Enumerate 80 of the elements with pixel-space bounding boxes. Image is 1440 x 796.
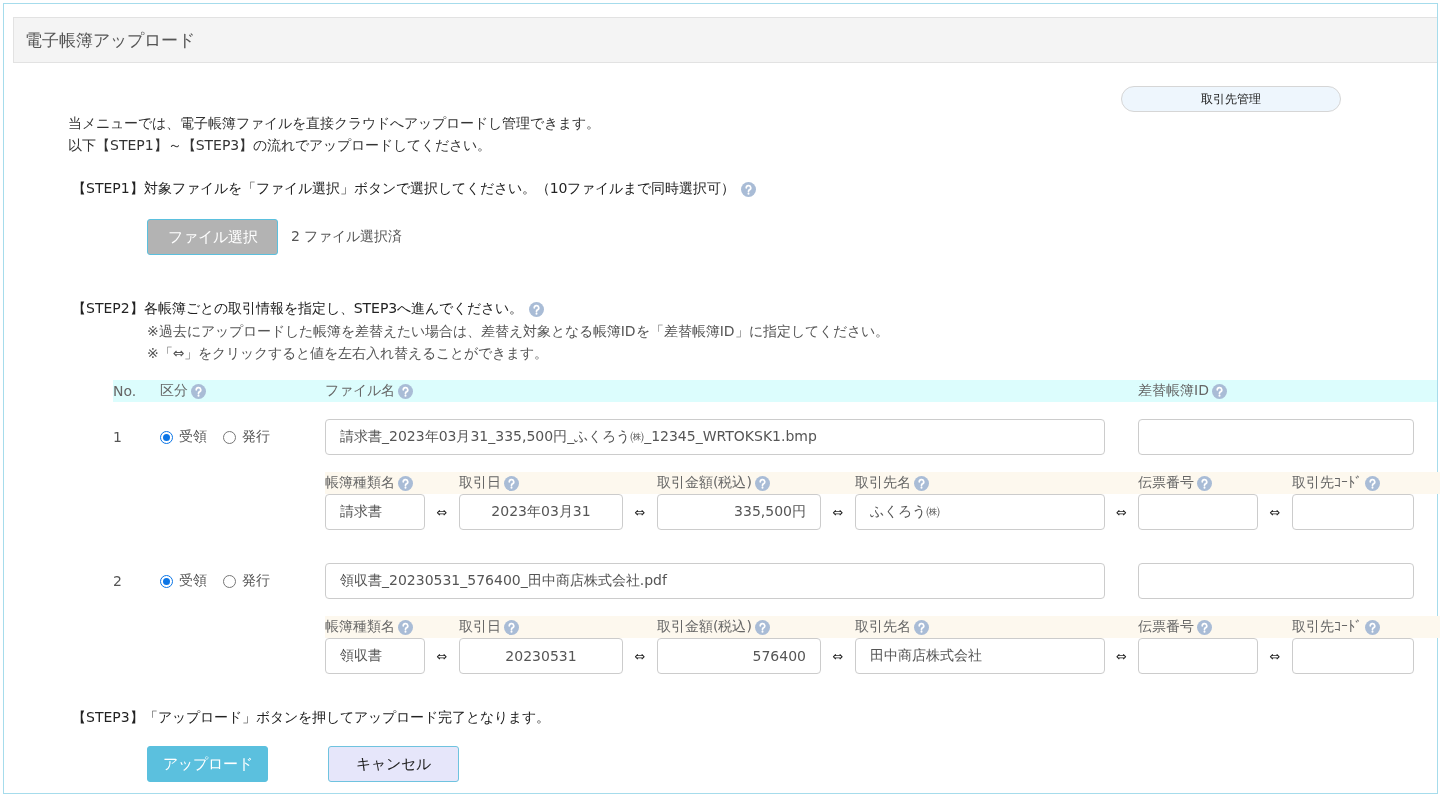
detail-field[interactable]: 2023年03月31 — [459, 494, 623, 530]
column-header: 帳簿種類名 — [325, 618, 395, 636]
radio-label[interactable]: 受領 — [179, 572, 207, 590]
partner-management-button[interactable]: 取引先管理 — [1121, 86, 1341, 112]
help-icon[interactable] — [1365, 619, 1380, 635]
detail-field[interactable]: ふくろう㈱ — [855, 494, 1105, 530]
swap-link[interactable]: ⇔ — [1258, 504, 1292, 520]
swap-link[interactable]: ⇔ — [425, 504, 459, 520]
help-icon[interactable] — [741, 181, 757, 197]
help-icon[interactable] — [754, 619, 770, 635]
help-icon[interactable] — [398, 475, 413, 491]
replace-id-field[interactable] — [1138, 419, 1414, 455]
detail-field[interactable]: 田中商店株式会社 — [855, 638, 1105, 674]
detail-field[interactable]: 請求書 — [325, 494, 425, 530]
column-header: ファイル名 — [325, 382, 395, 400]
row-number: 1 — [113, 428, 123, 447]
detail-field[interactable]: 576400 — [657, 638, 821, 674]
swap-link[interactable]: ⇔ — [1105, 648, 1138, 664]
detail-field[interactable] — [1292, 494, 1414, 530]
column-header: 帳簿種類名 — [325, 474, 395, 492]
swap-link[interactable]: ⇔ — [821, 504, 855, 520]
help-icon[interactable] — [1365, 475, 1380, 491]
column-header: 取引日 — [459, 618, 501, 636]
swap-link[interactable]: ⇔ — [1258, 648, 1292, 664]
note-text: ※「⇔」をクリックすると値を左右入れ替えることができます。 — [146, 344, 550, 363]
column-header: 取引先ｺｰﾄﾞ — [1292, 474, 1362, 492]
detail-field[interactable]: 20230531 — [459, 638, 623, 674]
help-icon[interactable] — [1197, 475, 1212, 491]
column-header: No. — [113, 383, 137, 399]
detail-field[interactable] — [1138, 638, 1258, 674]
help-icon[interactable] — [914, 475, 929, 491]
column-header: 伝票番号 — [1138, 618, 1194, 636]
help-icon[interactable] — [191, 383, 206, 399]
help-icon[interactable] — [504, 619, 519, 635]
help-icon[interactable] — [529, 301, 545, 317]
radio-label[interactable]: 発行 — [242, 572, 270, 590]
column-header: 区分 — [160, 382, 188, 400]
cancel-button[interactable]: キャンセル — [328, 746, 459, 782]
intro-text: 以下【STEP1】～【STEP3】の流れでアップロードしてください。 — [67, 136, 493, 155]
column-header: 取引日 — [459, 474, 501, 492]
detail-field[interactable] — [1292, 638, 1414, 674]
intro-text: 当メニューでは、電子帳簿ファイルを直接クラウドへアップロードし管理できます。 — [67, 114, 601, 133]
page-title: 電子帳簿アップロード — [13, 17, 1437, 63]
help-icon[interactable] — [914, 619, 929, 635]
help-icon[interactable] — [1197, 619, 1212, 635]
help-icon[interactable] — [1211, 383, 1227, 399]
step1-instruction: 【STEP1】対象ファイルを「ファイル選択」ボタンで選択してください。（10ファイルまで同時選択可） — [72, 180, 736, 198]
radio-button[interactable] — [223, 574, 236, 588]
column-header: 取引金額(税込) — [657, 474, 752, 492]
file-name-field[interactable]: 請求書_2023年03月31_335,500円_ふくろう㈱_12345_WRTOKSK1.bmp — [325, 419, 1105, 455]
row-number: 2 — [113, 572, 123, 591]
detail-field[interactable]: 領収書 — [325, 638, 425, 674]
swap-link[interactable]: ⇔ — [623, 504, 657, 520]
step2-instruction: 【STEP2】各帳簿ごとの取引情報を指定し、STEP3へ進んでください。 — [72, 300, 524, 318]
column-header: 取引先名 — [855, 474, 911, 492]
radio-button[interactable] — [223, 430, 236, 444]
column-header: 取引先名 — [855, 618, 911, 636]
file-status: 2 ファイル選択済 — [291, 228, 403, 246]
column-header: 差替帳簿ID — [1138, 382, 1209, 400]
swap-link[interactable]: ⇔ — [623, 648, 657, 664]
help-icon[interactable] — [398, 619, 413, 635]
help-icon[interactable] — [754, 475, 770, 491]
swap-link[interactable]: ⇔ — [425, 648, 459, 664]
column-header: 取引先ｺｰﾄﾞ — [1292, 618, 1362, 636]
column-header: 伝票番号 — [1138, 474, 1194, 492]
detail-field[interactable]: 335,500円 — [657, 494, 821, 530]
step3-instruction: 【STEP3】「アップロード」ボタンを押してアップロード完了となります。 — [72, 709, 550, 727]
replace-id-field[interactable] — [1138, 563, 1414, 599]
column-header: 取引金額(税込) — [657, 618, 752, 636]
detail-field[interactable] — [1138, 494, 1258, 530]
help-icon[interactable] — [504, 475, 519, 491]
note-text: ※過去にアップロードした帳簿を差替えたい場合は、差替え対象となる帳簿IDを「差替帳簿ID」に指定してください。 — [146, 322, 890, 341]
swap-link[interactable]: ⇔ — [821, 648, 855, 664]
swap-link[interactable]: ⇔ — [1105, 504, 1138, 520]
help-icon[interactable] — [398, 383, 413, 399]
radio-button[interactable] — [160, 574, 173, 588]
file-name-field[interactable]: 領収書_20230531_576400_田中商店株式会社.pdf — [325, 563, 1105, 599]
radio-label[interactable]: 受領 — [179, 428, 207, 446]
radio-button[interactable] — [160, 430, 173, 444]
radio-label[interactable]: 発行 — [242, 428, 270, 446]
